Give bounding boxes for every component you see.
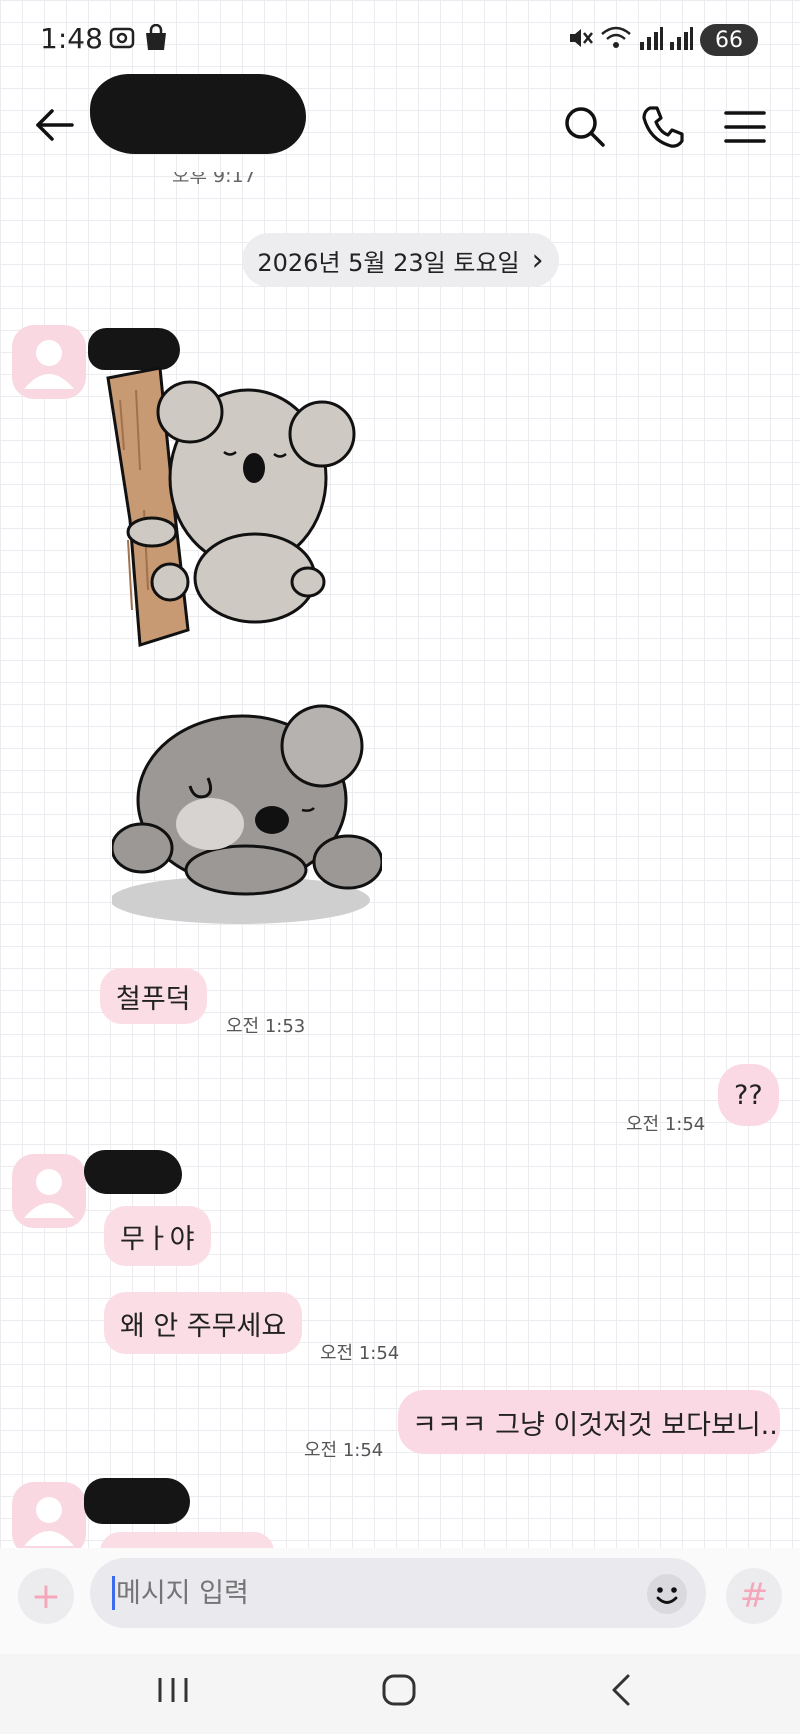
message-text: 철푸덕 <box>116 983 191 1015</box>
emoji-icon <box>647 1574 687 1614</box>
chat-title-redacted <box>90 74 306 154</box>
battery-level: 66 <box>715 27 743 53</box>
incoming-message-bubble[interactable]: 왜 안 주무세요 <box>104 1292 303 1354</box>
attach-button[interactable]: + <box>18 1568 74 1624</box>
back-nav-button[interactable] <box>600 1670 646 1710</box>
home-button[interactable] <box>376 1670 422 1710</box>
message-text: ?? <box>734 1079 763 1111</box>
signal-icon <box>638 24 664 56</box>
hashtag-button[interactable]: # <box>726 1568 782 1624</box>
message-text: 왜 안 주무세요 <box>120 1310 287 1342</box>
koala-lying-sticker-image <box>110 704 384 924</box>
phone-icon <box>642 106 684 148</box>
home-icon <box>382 1674 416 1706</box>
avatar[interactable] <box>12 1482 86 1556</box>
text-caret <box>112 1576 115 1610</box>
search-icon <box>565 107 605 147</box>
mute-icon <box>566 24 594 56</box>
previous-message-time: 오후 9:17 <box>172 172 256 186</box>
emoji-button[interactable] <box>644 1571 690 1617</box>
outgoing-message-bubble[interactable]: ㅋㅋㅋ 그냥 이것저것 보다보니.. <box>398 1390 780 1454</box>
menu-button[interactable] <box>720 102 770 152</box>
koala-tree-sticker[interactable] <box>100 360 390 660</box>
koala-lying-sticker[interactable] <box>110 690 384 930</box>
message-time: 오전 1:54 <box>320 1343 400 1364</box>
message-text: ㅋㅋㅋ 그냥 이것저것 보다보니.. <box>412 1409 778 1441</box>
koala-tree-sticker-image <box>106 366 356 647</box>
default-avatar-icon <box>24 1497 74 1546</box>
message-text: 무ㅏ야 <box>120 1223 195 1255</box>
default-avatar-icon <box>24 1169 74 1218</box>
message-time: 오전 1:53 <box>226 1016 306 1037</box>
back-arrow-icon <box>36 109 74 141</box>
hash-icon: # <box>739 1576 769 1616</box>
system-nav-bar <box>0 1654 800 1734</box>
recent-apps-icon <box>158 1678 188 1702</box>
incoming-message-bubble[interactable]: 철푸덕 <box>100 968 207 1024</box>
battery-indicator: 66 <box>700 24 758 56</box>
chevron-right-icon: › <box>531 242 544 278</box>
sender-name-redacted <box>84 1478 190 1524</box>
avatar[interactable] <box>12 325 86 399</box>
incoming-message-bubble[interactable]: 무ㅏ야 <box>104 1206 211 1266</box>
back-button[interactable] <box>30 100 80 150</box>
message-input[interactable] <box>116 1574 636 1612</box>
message-time: 오전 1:54 <box>304 1440 384 1461</box>
outgoing-message-bubble[interactable]: ?? <box>718 1064 779 1126</box>
photo-sync-icon <box>108 24 136 56</box>
status-time: 1:48 <box>40 22 103 55</box>
message-time: 오전 1:54 <box>626 1114 706 1135</box>
wifi-icon <box>600 24 632 56</box>
default-avatar-icon <box>24 340 74 389</box>
date-chip[interactable]: 2026년 5월 23일 토요일 › <box>242 233 559 287</box>
plus-icon: + <box>30 1575 62 1617</box>
menu-icon <box>724 111 766 143</box>
recent-apps-button[interactable] <box>150 1670 196 1710</box>
shopping-bag-icon <box>143 23 169 56</box>
signal-icon-2 <box>668 24 694 56</box>
date-label: 2026년 5월 23일 토요일 <box>257 248 520 277</box>
sender-name-redacted <box>84 1150 182 1194</box>
call-button[interactable] <box>638 102 688 152</box>
avatar[interactable] <box>12 1154 86 1228</box>
search-button[interactable] <box>560 102 610 152</box>
chevron-left-icon <box>612 1674 630 1706</box>
status-bar: 1:48 66 <box>0 0 800 80</box>
